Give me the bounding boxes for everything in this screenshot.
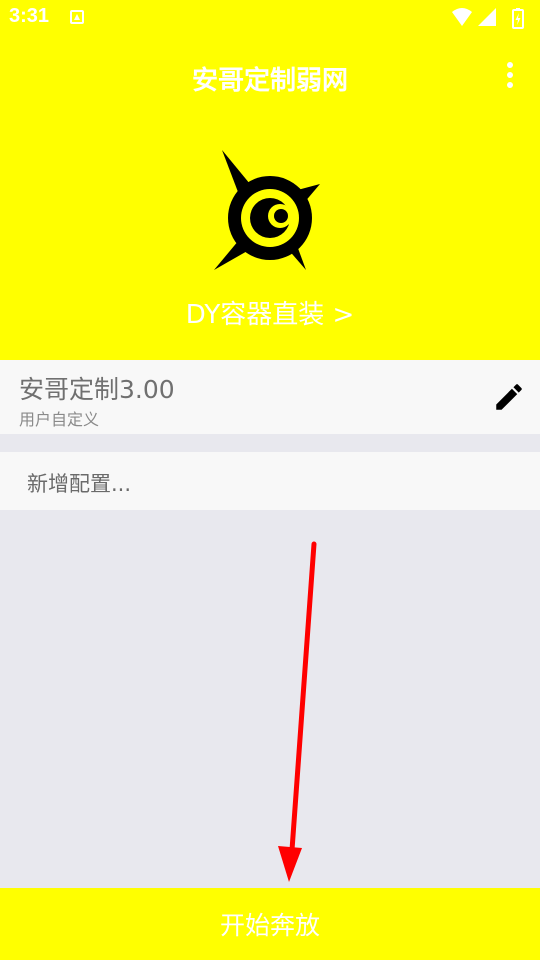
status-bar: 3:31 xyxy=(0,0,540,36)
battery-charging-icon xyxy=(512,8,524,29)
config-description: 用户自定义 xyxy=(19,410,100,429)
signal-icon xyxy=(478,8,496,26)
compass-eye-logo xyxy=(214,150,320,270)
more-vert-icon[interactable] xyxy=(502,62,518,94)
add-config-button[interactable]: 新增配置... xyxy=(0,452,540,510)
wifi-icon xyxy=(452,8,472,26)
config-name: 安哥定制3.00 xyxy=(19,375,175,404)
start-button-label: 开始奔放 xyxy=(219,911,320,940)
add-config-label: 新增配置... xyxy=(27,472,132,496)
pencil-icon[interactable] xyxy=(492,380,526,414)
status-icons xyxy=(452,8,524,29)
app-header: 安哥定制弱网 DY容器直装 > xyxy=(0,36,540,360)
start-button[interactable]: 开始奔放 xyxy=(0,888,540,960)
notification-a-icon xyxy=(70,10,84,24)
red-arrow-down xyxy=(278,541,317,882)
config-item[interactable]: 安哥定制3.00 用户自定义 xyxy=(0,360,540,434)
page-title: 安哥定制弱网 xyxy=(191,66,348,96)
container-install-link[interactable]: DY容器直装 > xyxy=(0,294,540,331)
status-time: 3:31 xyxy=(9,5,50,27)
